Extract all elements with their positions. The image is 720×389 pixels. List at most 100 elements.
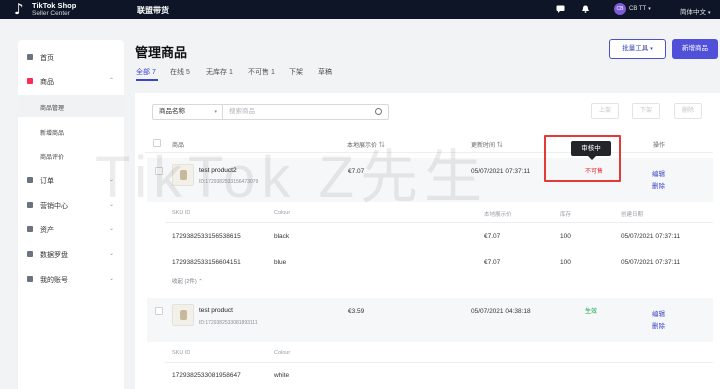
chevron-down-icon: ⌄	[108, 177, 114, 183]
sku-colour: white	[274, 372, 290, 379]
chevron-down-icon: ▾	[648, 6, 651, 12]
sidebar-item-products[interactable]: 商品 ⌃	[18, 70, 124, 92]
sidebar-item-label: 订单	[40, 178, 54, 185]
delist-button[interactable]: 下架	[632, 103, 660, 119]
edit-link[interactable]: 编辑	[652, 168, 665, 178]
product-thumbnail[interactable]	[172, 164, 194, 186]
sidebar-subitem-add-product[interactable]: 新增商品	[18, 120, 124, 142]
delete-link[interactable]: 删除	[652, 180, 665, 190]
tab-not-for-sale[interactable]: 不可售 1	[248, 67, 275, 77]
sort-icon: ⇅	[378, 143, 385, 149]
sidebar-item-label: 数据罗盘	[40, 252, 68, 259]
sku-created: 05/07/2021 07:37:11	[621, 259, 681, 266]
sidebar-item-home[interactable]: 首页	[18, 46, 124, 68]
sidebar-item-assets[interactable]: 资产 ⌄	[18, 218, 124, 240]
tab-drafts[interactable]: 草稿	[318, 67, 332, 77]
edit-link[interactable]: 编辑	[652, 308, 665, 318]
sidebar-item-label: 营销中心	[40, 203, 68, 210]
divider	[165, 362, 713, 363]
sidebar-item-orders[interactable]: 订单 ⌄	[18, 169, 124, 191]
search-icon[interactable]	[375, 108, 382, 115]
avatar[interactable]: CB	[614, 3, 626, 15]
chevron-down-icon: ▾	[214, 109, 217, 115]
sidebar-item-label: 商品	[40, 79, 54, 86]
chevron-up-icon: ⌃	[198, 279, 203, 285]
sku-id: 1729382533156604151	[172, 259, 241, 266]
brand-line2: Seller Center	[32, 10, 70, 17]
page-title: 管理商品	[135, 45, 188, 60]
highlight-box	[544, 135, 621, 182]
add-product-button[interactable]: 新增商品	[672, 39, 718, 59]
list-button[interactable]: 上架	[591, 103, 619, 119]
chevron-down-icon: ⌄	[108, 276, 114, 282]
sidebar: 首页 商品 ⌃ 商品管理 新增商品 商品评价 订单 ⌄ 营销中心 ⌄ 资产 ⌄ …	[18, 40, 124, 389]
tab-out-of-stock[interactable]: 无库存 1	[206, 67, 233, 77]
sidebar-item-data-compass[interactable]: 数据罗盘 ⌄	[18, 243, 124, 265]
tab-delisted[interactable]: 下架	[289, 67, 303, 77]
user-name-label: CB TT	[629, 6, 647, 12]
sku-colour: blue	[274, 259, 287, 266]
sort-icon: ⇅	[496, 143, 503, 149]
chevron-down-icon: ⌄	[108, 251, 114, 257]
bag-icon	[27, 78, 33, 84]
delete-button[interactable]: 删除	[674, 103, 702, 119]
sku-id: 1729382533156538615	[172, 233, 241, 240]
sku-header-colour: Colour	[274, 350, 291, 356]
product-name[interactable]: test product	[199, 307, 233, 314]
header-updated[interactable]: 更新时间 ⇅	[471, 140, 503, 149]
tiktok-logo-icon: ♪	[14, 0, 24, 18]
tiktok-shop-logo[interactable]: ♪ TikTok Shop Seller Center	[14, 1, 94, 18]
language-label: 简体中文	[680, 9, 706, 16]
collapse-label: 收起 (2件)	[172, 279, 197, 285]
bulk-tools-label: 批量工具	[622, 45, 649, 52]
chevron-down-icon: ▾	[650, 46, 653, 52]
sidebar-subitem-label: 新增商品	[40, 131, 65, 137]
search-input[interactable]: 搜索商品	[222, 104, 389, 120]
collapse-skus-toggle[interactable]: 收起 (2件) ⌃	[172, 277, 203, 285]
bell-icon[interactable]	[581, 5, 590, 13]
select-all-checkbox[interactable]	[153, 139, 161, 147]
sidebar-subitem-label: 商品评价	[40, 155, 65, 161]
tab-all[interactable]: 全部 7	[136, 67, 156, 77]
sidebar-item-account[interactable]: 我的账号 ⌄	[18, 268, 124, 290]
brand-line1: TikTok Shop	[32, 1, 77, 10]
megaphone-icon	[27, 202, 33, 208]
search-placeholder: 搜索商品	[229, 108, 255, 115]
header-price[interactable]: 本地展示价 ⇅	[347, 140, 385, 149]
product-price: €3.59	[348, 308, 365, 315]
sku-price: €7.07	[484, 233, 501, 240]
sidebar-subitem-label: 商品管理	[40, 106, 65, 112]
home-icon	[27, 54, 33, 60]
sidebar-subitem-reviews[interactable]: 商品评价	[18, 144, 124, 166]
header-product: 商品	[172, 143, 185, 149]
language-switch[interactable]: 简体中文 ▾	[680, 6, 711, 16]
message-icon[interactable]	[556, 5, 565, 13]
wallet-icon	[27, 226, 33, 232]
tab-online[interactable]: 在线 5	[170, 67, 190, 77]
sku-header-colour: Colour	[274, 210, 291, 216]
product-id: ID:1729382533156473079	[199, 179, 259, 185]
header-updated-label: 更新时间	[471, 143, 496, 149]
user-name[interactable]: CB TT ▾	[629, 6, 651, 12]
row-checkbox[interactable]	[155, 167, 163, 175]
sku-colour: black	[274, 233, 290, 240]
order-icon	[27, 177, 33, 183]
user-icon	[27, 276, 33, 282]
product-thumbnail[interactable]	[172, 304, 194, 326]
product-updated: 05/07/2021 04:38:18	[471, 308, 531, 315]
sku-header-id: SKU ID	[172, 350, 191, 356]
bulk-tools-button[interactable]: 批量工具 ▾	[609, 39, 666, 59]
chart-icon	[27, 251, 33, 257]
row-checkbox[interactable]	[155, 307, 163, 315]
product-price: €7.07	[348, 168, 365, 175]
status-badge: 生效	[585, 309, 598, 315]
chevron-up-icon: ⌃	[108, 78, 114, 84]
delete-link[interactable]: 删除	[652, 320, 665, 330]
sku-stock: 100	[560, 233, 571, 240]
filter-field-select[interactable]: 商品名称 ▾	[152, 104, 222, 120]
active-tab-indicator	[136, 79, 158, 81]
sidebar-subitem-manage-products[interactable]: 商品管理	[18, 95, 124, 117]
sidebar-item-marketing[interactable]: 营销中心 ⌄	[18, 194, 124, 216]
sku-created: 05/07/2021 07:37:11	[621, 233, 681, 240]
product-name[interactable]: test product2	[199, 167, 237, 174]
